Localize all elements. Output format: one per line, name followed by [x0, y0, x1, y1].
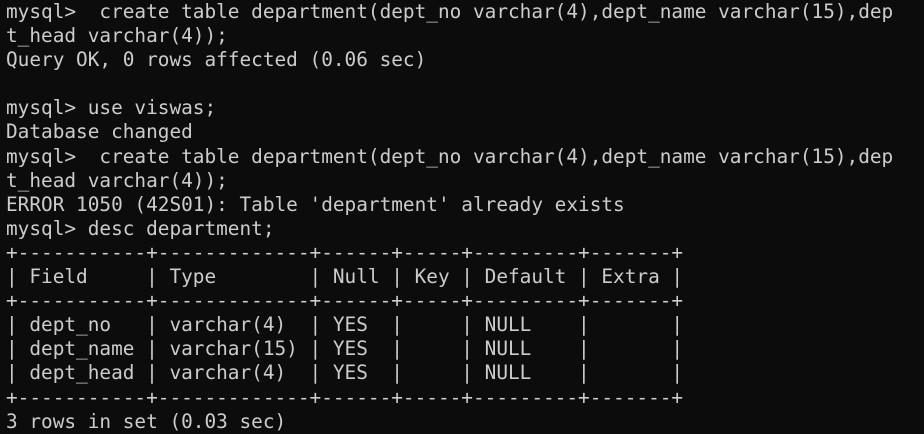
terminal-line-error: ERROR 1050 (42S01): Table 'department' a…: [6, 192, 625, 216]
terminal-line-use-db: mysql> use viswas;: [6, 96, 217, 120]
terminal-line-query-ok: Query OK, 0 rows affected (0.06 sec): [6, 48, 427, 72]
table-row: | dept_head | varchar(4) | YES | | NULL …: [6, 361, 684, 385]
table-border-top: +-----------+-------------+------+-----+…: [6, 240, 684, 264]
terminal-line-desc: mysql> desc department;: [6, 216, 275, 240]
terminal-line-create-1: mysql> create table department(dept_no v…: [6, 0, 894, 23]
terminal-line-create-2-wrap: t_head varchar(4));: [6, 168, 228, 192]
table-border-mid: +-----------+-------------+------+-----+…: [6, 289, 684, 313]
table-header-row: | Field | Type | Null | Key | Default | …: [6, 265, 684, 289]
table-border-bottom: +-----------+-------------+------+-----+…: [6, 385, 684, 409]
terminal-window[interactable]: mysql> create table department(dept_no v…: [0, 0, 924, 434]
terminal-line-db-changed: Database changed: [6, 120, 193, 144]
table-row: | dept_name | varchar(15) | YES | | NULL…: [6, 337, 684, 361]
terminal-line-create-1-wrap: t_head varchar(4));: [6, 24, 228, 48]
terminal-line-create-2: mysql> create table department(dept_no v…: [6, 144, 894, 168]
terminal-line-rows-in-set: 3 rows in set (0.03 sec): [6, 409, 287, 433]
table-row: | dept_no | varchar(4) | YES | | NULL | …: [6, 313, 684, 337]
